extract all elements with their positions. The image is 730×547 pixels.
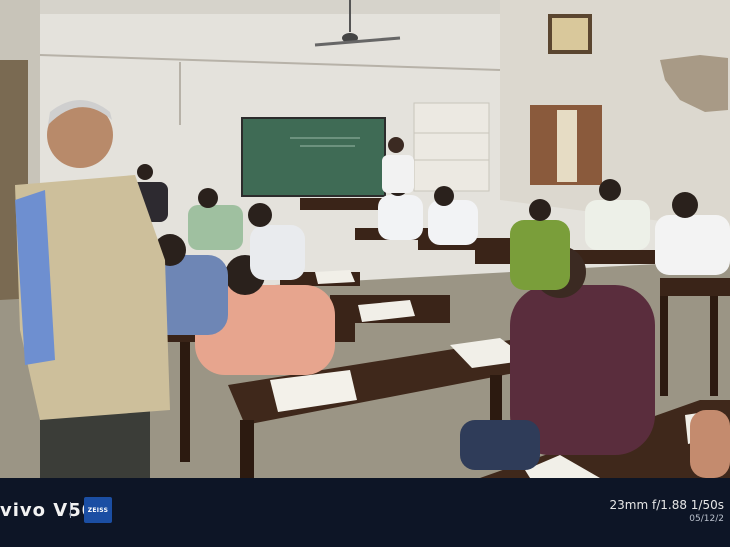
student [250, 225, 305, 280]
exif-info: 23mm f/1.88 1/50s [609, 498, 724, 512]
invigilator [382, 155, 414, 193]
chalkboard [241, 117, 386, 197]
student-head [198, 188, 218, 208]
student-head [529, 199, 551, 221]
camera-brand: vivo V50 [0, 500, 96, 521]
invigilator-head [388, 137, 404, 153]
student-jeans [460, 420, 540, 470]
student-head [672, 192, 698, 218]
classroom-photo [0, 0, 730, 478]
student [378, 195, 423, 240]
student [585, 200, 650, 250]
desk [660, 278, 730, 296]
classroom-scene [0, 0, 730, 478]
student [188, 205, 243, 250]
student-head [248, 203, 272, 227]
desk-leg [180, 342, 190, 462]
desk-leg [710, 296, 718, 396]
student-arm [690, 410, 730, 478]
student [510, 220, 570, 290]
desk-leg [660, 296, 668, 396]
student [655, 215, 730, 275]
side-window-light [557, 110, 577, 182]
zeiss-logo-text: ZEISS [87, 506, 109, 514]
wall-shelf [413, 102, 490, 192]
camera-watermark-bar: vivo V50 ZEISS 23mm f/1.88 1/50s 05/12/2 [0, 478, 730, 547]
student-head [434, 186, 454, 206]
standing-woman-head [137, 164, 153, 180]
front-desk-leg [240, 420, 254, 478]
watermark-divider [70, 502, 71, 518]
photo-date: 05/12/2 [689, 514, 724, 524]
upper-window-pane [552, 18, 588, 50]
exam-paper [315, 270, 355, 284]
student-head [599, 179, 621, 201]
student [428, 200, 478, 245]
zeiss-logo: ZEISS [84, 497, 112, 523]
